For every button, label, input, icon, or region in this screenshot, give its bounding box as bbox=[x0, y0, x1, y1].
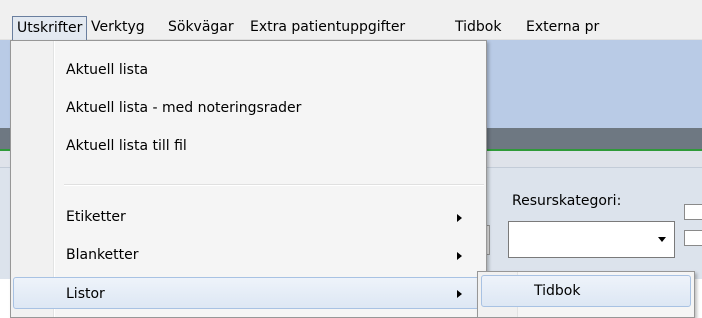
menu-item-blanketter[interactable]: Blanketter bbox=[13, 239, 484, 271]
menu-item-aktuell-lista[interactable]: Aktuell lista bbox=[13, 54, 484, 86]
resurskategori-dropdown[interactable] bbox=[508, 221, 675, 258]
menu-utskrifter[interactable]: Utskrifter bbox=[12, 16, 88, 40]
menu-item-label: Listor bbox=[66, 286, 105, 302]
menu-item-label: Blanketter bbox=[66, 247, 139, 263]
menu-item-aktuell-lista-med-noteringsrader[interactable]: Aktuell lista - med noteringsrader bbox=[13, 92, 484, 124]
resurskategori-label: Resurskategori: bbox=[512, 193, 622, 209]
submenu-item-tidbok[interactable]: Tidbok bbox=[481, 275, 691, 307]
menu-tidbok[interactable]: Tidbok bbox=[451, 16, 505, 40]
menu-item-label: Tidbok bbox=[534, 283, 581, 299]
submenu-arrow-icon bbox=[457, 214, 462, 222]
utskrifter-dropdown-menu: Aktuell lista Aktuell lista - med noteri… bbox=[10, 40, 487, 318]
menu-item-aktuell-lista-till-fil[interactable]: Aktuell lista till fil bbox=[13, 130, 484, 162]
menu-bar: Utskrifter Verktyg Sökvägar Extra patien… bbox=[0, 0, 702, 40]
filter-field[interactable] bbox=[684, 230, 702, 246]
menu-item-listor[interactable]: Listor bbox=[13, 277, 484, 309]
menu-item-label: Aktuell lista bbox=[66, 62, 149, 78]
menu-sokvagar[interactable]: Sökvägar bbox=[164, 16, 238, 40]
menu-verktyg[interactable]: Verktyg bbox=[87, 16, 149, 40]
menu-externa[interactable]: Externa pr bbox=[522, 16, 603, 40]
menu-separator bbox=[64, 184, 484, 186]
menu-extra-patientuppgifter[interactable]: Extra patientuppgifter bbox=[246, 16, 409, 40]
submenu-arrow-icon bbox=[457, 290, 462, 298]
chevron-down-icon[interactable] bbox=[658, 237, 666, 242]
menu-item-label: Etiketter bbox=[66, 209, 126, 225]
menu-item-label: Aktuell lista till fil bbox=[66, 138, 187, 154]
menu-item-etiketter[interactable]: Etiketter bbox=[13, 201, 484, 233]
filter-field[interactable] bbox=[684, 204, 702, 220]
menu-item-label: Aktuell lista - med noteringsrader bbox=[66, 100, 302, 116]
submenu-arrow-icon bbox=[457, 252, 462, 260]
listor-submenu: Tidbok bbox=[477, 271, 695, 318]
